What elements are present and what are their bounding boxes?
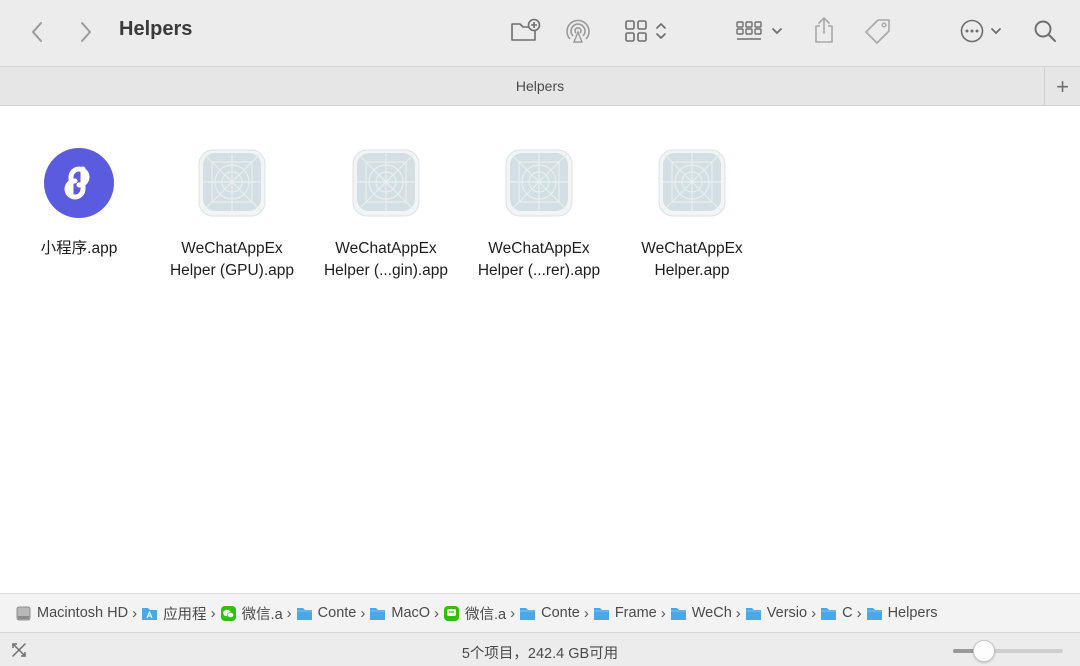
- file-name: WeChatAppEx Helper (GPU).app: [169, 240, 295, 279]
- file-name: WeChatAppEx Helper.app: [641, 240, 743, 279]
- file-name: 小程序.app: [40, 240, 118, 257]
- share-icon: [815, 17, 833, 43]
- icon-grid-view-icon: [625, 20, 647, 42]
- status-text: 5个项目，242.4 GB可用: [461, 646, 619, 662]
- chevron-down-icon: [772, 28, 782, 34]
- folder-icon: [745, 607, 761, 620]
- path-item-wechat-app[interactable]: 微信.a: [220, 603, 283, 624]
- share-button[interactable]: [810, 14, 838, 46]
- path-separator: ›: [856, 604, 862, 622]
- path-bar: Macintosh HD › 应用程 › 微信.a › Conte › MacO…: [0, 593, 1080, 632]
- chevron-right-icon: [81, 22, 91, 42]
- path-item-c[interactable]: C: [820, 605, 853, 621]
- generic-app-icon: [195, 146, 269, 220]
- folder-icon: [866, 607, 882, 620]
- folder-icon: [296, 607, 312, 620]
- chevron-down-icon: [990, 28, 1001, 34]
- view-options-button[interactable]: [620, 16, 672, 46]
- new-folder-icon: [511, 18, 541, 41]
- hard-drive-icon: [16, 606, 31, 620]
- tag-button[interactable]: [862, 16, 894, 46]
- tab-helpers[interactable]: Helpers: [0, 78, 1080, 94]
- file-item-helper[interactable]: WeChatAppEx Helper.app: [617, 146, 767, 282]
- search-button[interactable]: [1030, 16, 1060, 46]
- mini-program-app-icon: [42, 146, 116, 220]
- file-item-mini-program[interactable]: 小程序.app: [4, 146, 154, 260]
- group-by-icon: [736, 21, 762, 40]
- path-item-helpers[interactable]: Helpers: [866, 605, 938, 621]
- path-separator: ›: [434, 604, 440, 622]
- file-item-helper-renderer[interactable]: WeChatAppEx Helper (...rer).app: [464, 146, 614, 282]
- forward-button[interactable]: [75, 18, 97, 46]
- generic-app-icon: [349, 146, 423, 220]
- path-item-macos[interactable]: MacO: [369, 605, 430, 621]
- icon-size-slider[interactable]: [953, 640, 1063, 662]
- path-item-wechat-framework[interactable]: WeCh: [670, 605, 732, 621]
- generic-app-icon: [655, 146, 729, 220]
- path-item-applications[interactable]: 应用程: [141, 603, 207, 624]
- path-separator: ›: [583, 604, 589, 622]
- folder-icon: [670, 607, 686, 620]
- slider-knob[interactable]: [972, 640, 995, 662]
- path-separator: ›: [210, 604, 216, 622]
- folder-icon: [520, 607, 536, 620]
- tab-bar: Helpers +: [0, 66, 1080, 106]
- new-folder-button[interactable]: [508, 16, 542, 46]
- file-item-helper-gpu[interactable]: WeChatAppEx Helper (GPU).app: [157, 146, 307, 282]
- folder-icon: [370, 607, 386, 620]
- path-item-versions[interactable]: Versio: [745, 605, 807, 621]
- file-item-helper-plugin[interactable]: WeChatAppEx Helper (...gin).app: [311, 146, 461, 282]
- path-separator: ›: [360, 604, 366, 622]
- path-item-contents-2[interactable]: Conte: [519, 605, 580, 621]
- toolbar: Helpers: [0, 0, 1080, 66]
- file-name: WeChatAppEx Helper (...rer).app: [477, 240, 601, 279]
- back-button[interactable]: [26, 18, 48, 46]
- folder-icon: [593, 607, 609, 620]
- status-bar: 5个项目，242.4 GB可用: [0, 632, 1080, 666]
- more-actions-button[interactable]: [955, 16, 1005, 46]
- new-tab-button[interactable]: +: [1044, 67, 1080, 106]
- path-separator: ›: [510, 604, 516, 622]
- folder-icon: [821, 607, 837, 620]
- path-item-macintosh-hd[interactable]: Macintosh HD: [15, 605, 128, 621]
- search-icon: [1034, 20, 1056, 42]
- file-grid: 小程序.app WeChatAppEx Helper (GPU).app WeC…: [0, 106, 1080, 593]
- tag-icon: [865, 19, 890, 44]
- applications-folder-icon: [142, 607, 158, 620]
- wechat-icon: [220, 605, 236, 621]
- wechat-green-icon: [444, 605, 460, 621]
- chevron-updown-icon: [656, 23, 666, 39]
- airdrop-icon: [566, 19, 590, 43]
- path-separator: ›: [286, 604, 292, 622]
- path-item-frameworks[interactable]: Frame: [593, 605, 657, 621]
- ellipsis-circle-icon: [960, 19, 983, 43]
- path-separator: ›: [132, 604, 138, 622]
- generic-app-icon: [502, 146, 576, 220]
- path-item-wechat-app-inner[interactable]: 微信.a: [443, 603, 506, 624]
- chevron-left-icon: [32, 22, 42, 42]
- path-item-contents[interactable]: Conte: [296, 605, 356, 621]
- path-separator: ›: [811, 604, 817, 622]
- airdrop-button[interactable]: [562, 16, 594, 46]
- file-name: WeChatAppEx Helper (...gin).app: [323, 240, 449, 279]
- path-separator: ›: [735, 604, 741, 622]
- path-separator: ›: [660, 604, 666, 622]
- group-by-button[interactable]: [733, 16, 785, 46]
- window-title: Helpers: [119, 18, 193, 40]
